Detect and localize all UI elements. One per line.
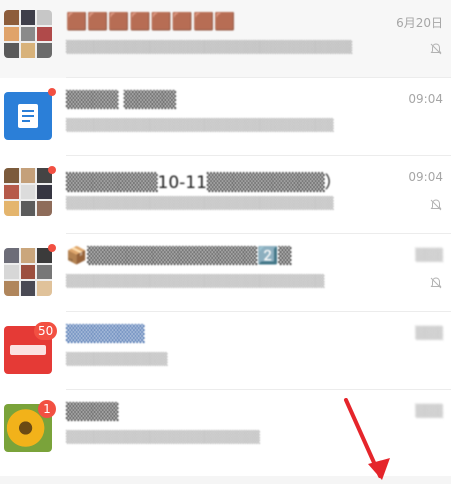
bottom-bar-peek <box>0 476 451 484</box>
chat-snippet: ▒▒▒▒▒▒▒▒▒▒▒▒▒▒▒▒▒▒▒▒▒▒▒▒▒▒▒▒▒ <box>66 196 334 210</box>
chat-row-1[interactable]: 🟫🟫🟫🟫🟫🟫🟫🟫 ▒▒▒▒▒▒▒▒▒▒▒▒▒▒▒▒▒▒▒▒▒▒▒▒▒▒▒▒▒▒▒… <box>0 0 451 78</box>
chat-row-6[interactable]: 1 ▒▒▒▒ ▒▒▒▒▒▒▒▒▒▒▒▒▒▒▒▒▒▒▒▒▒ ▒▒▒ <box>0 390 451 468</box>
chat-row-2[interactable]: ▒▒▒▒ ▒▒▒▒ ▒▒▒▒▒▒▒▒▒▒▒▒▒▒▒▒▒▒▒▒▒▒▒▒▒▒▒▒▒ … <box>0 78 451 156</box>
chat-title: ▒▒▒▒▒▒▒10-11▒▒▒▒▒▒▒▒▒） <box>66 173 342 193</box>
chat-row-5[interactable]: 50 ▒▒▒▒▒▒ ▒▒▒▒▒▒▒▒▒▒▒ ▒▒▒ <box>0 312 451 390</box>
chat-title: ▒▒▒▒ <box>66 402 119 422</box>
doc-avatar <box>4 92 52 140</box>
unread-dot <box>48 244 56 252</box>
unread-dot <box>48 166 56 174</box>
unread-badge: 1 <box>38 400 56 418</box>
chat-title: 📦▒▒▒▒▒▒▒▒▒▒▒▒▒2️⃣▒ <box>66 246 292 266</box>
group-avatar <box>4 10 52 58</box>
chat-title: ▒▒▒▒ ▒▒▒▒ <box>66 90 176 110</box>
chat-snippet: ▒▒▒▒▒▒▒▒▒▒▒▒▒▒▒▒▒▒▒▒▒▒▒▒▒▒▒▒ <box>66 274 325 288</box>
chat-list: 🟫🟫🟫🟫🟫🟫🟫🟫 ▒▒▒▒▒▒▒▒▒▒▒▒▒▒▒▒▒▒▒▒▒▒▒▒▒▒▒▒▒▒▒… <box>0 0 451 484</box>
chat-snippet: ▒▒▒▒▒▒▒▒▒▒▒▒▒▒▒▒▒▒▒▒▒ <box>66 430 260 444</box>
unread-badge: 50 <box>34 322 58 340</box>
chat-title: 🟫🟫🟫🟫🟫🟫🟫🟫 <box>66 12 236 32</box>
chat-time: 09:04 <box>408 170 443 184</box>
group-avatar <box>4 168 52 216</box>
chat-time: 6月20日 <box>396 16 443 30</box>
chat-snippet: ▒▒▒▒▒▒▒▒▒▒▒▒▒▒▒▒▒▒▒▒▒▒▒▒▒▒▒▒▒▒▒ <box>66 40 353 54</box>
group-avatar <box>4 248 52 296</box>
chat-snippet: ▒▒▒▒▒▒▒▒▒▒▒▒▒▒▒▒▒▒▒▒▒▒▒▒▒▒▒▒▒ <box>66 118 334 132</box>
chat-time: 09:04 <box>408 92 443 106</box>
chat-row-3[interactable]: ▒▒▒▒▒▒▒10-11▒▒▒▒▒▒▒▒▒） ▒▒▒▒▒▒▒▒▒▒▒▒▒▒▒▒▒… <box>0 156 451 234</box>
bell-off-icon <box>430 277 442 289</box>
chat-time: ▒▒▒ <box>415 248 443 262</box>
chat-time: ▒▒▒ <box>415 326 443 340</box>
chat-time: ▒▒▒ <box>415 404 443 418</box>
chat-row-4[interactable]: 📦▒▒▒▒▒▒▒▒▒▒▒▒▒2️⃣▒ ▒▒▒▒▒▒▒▒▒▒▒▒▒▒▒▒▒▒▒▒▒… <box>0 234 451 312</box>
bell-off-icon <box>430 199 442 211</box>
chat-title: ▒▒▒▒▒▒ <box>66 324 145 344</box>
document-icon <box>18 104 38 128</box>
chat-snippet: ▒▒▒▒▒▒▒▒▒▒▒ <box>66 352 168 366</box>
unread-dot <box>48 88 56 96</box>
bell-off-icon <box>430 43 442 55</box>
